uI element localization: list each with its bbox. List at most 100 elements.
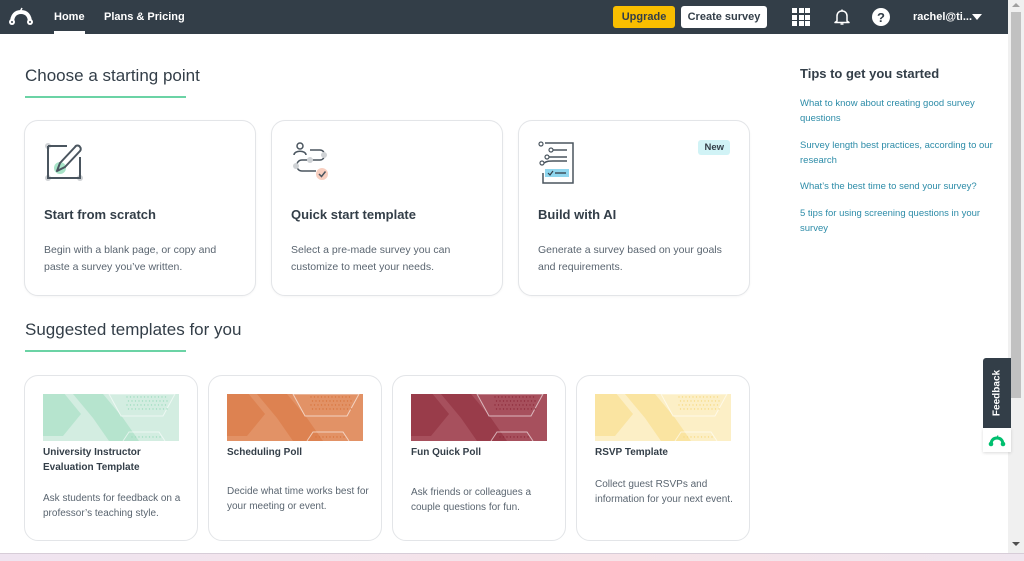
template-card[interactable]: Scheduling Poll Decide what time works b… (208, 375, 382, 541)
start-card-build-ai[interactable]: New Build with AI Generate a survey base… (518, 120, 750, 296)
banner-dot (150, 396, 153, 398)
banner-dot (678, 404, 680, 406)
banner-dot (692, 404, 694, 406)
banner-dot (317, 396, 319, 398)
banner-dot (343, 436, 345, 438)
nav-home[interactable]: Home (54, 0, 85, 34)
banner-dot (341, 404, 344, 406)
banner-dot (504, 404, 507, 406)
banner-dot (143, 396, 146, 398)
banner-dot (162, 408, 165, 410)
banner-dot (688, 404, 691, 406)
banner-dot (711, 408, 713, 410)
caret-down-icon[interactable] (972, 14, 982, 20)
banner-dot (513, 408, 515, 410)
banner-dot (506, 408, 508, 410)
template-banner-image (411, 394, 547, 441)
tip-link[interactable]: What to know about creating good survey … (800, 96, 1000, 126)
banner-dot (345, 396, 347, 398)
feedback-label: Feedback (991, 369, 1003, 417)
banner-dot (697, 408, 699, 410)
scroll-up-arrow-icon[interactable] (1012, 3, 1020, 7)
banner-dot (350, 400, 352, 402)
banner-dot (334, 396, 337, 398)
card-title: Quick start template (291, 207, 416, 222)
feedback-logo-button[interactable] (983, 428, 1011, 452)
edit-page-icon (45, 143, 83, 181)
banner-dot (138, 400, 140, 402)
tip-link[interactable]: What’s the best time to send your survey… (800, 179, 1000, 194)
create-survey-button[interactable]: Create survey (681, 6, 767, 28)
banner-dot (679, 408, 682, 410)
banner-dot (155, 400, 158, 402)
banner-dot (318, 436, 321, 438)
tip-link[interactable]: Survey length best practices, according … (800, 138, 1000, 168)
banner-dot (683, 400, 685, 402)
banner-dot (318, 400, 321, 402)
banner-dot (718, 400, 720, 402)
template-title: University Instructor Evaluation Templat… (43, 447, 141, 473)
banner-dot (690, 436, 692, 438)
banner-dot (159, 400, 161, 402)
start-card-quick-template[interactable]: Quick start template Select a pre-made s… (271, 120, 503, 296)
banner-dot (136, 404, 139, 406)
banner-dot (697, 400, 699, 402)
banner-dot (157, 396, 160, 398)
banner-dot (683, 408, 685, 410)
tip-link[interactable]: 5 tips for using screening questions in … (800, 206, 1000, 236)
banner-dot (339, 436, 342, 438)
card-description: Select a pre-made survey you can customi… (291, 244, 451, 273)
banner-dot (704, 436, 706, 438)
card-title: Build with AI (538, 207, 617, 222)
new-badge: New (698, 140, 730, 155)
banner-dot (320, 396, 323, 398)
banner-dot (310, 396, 312, 398)
banner-dot (520, 436, 522, 438)
banner-dot (518, 396, 521, 398)
banner-dot (693, 408, 696, 410)
banner-dot (317, 404, 319, 406)
bell-icon[interactable] (833, 8, 851, 26)
banner-dot (716, 396, 719, 398)
surveymonkey-logo-icon[interactable] (8, 6, 34, 28)
banner-dot (678, 396, 680, 398)
help-icon[interactable]: ? (872, 8, 890, 26)
banner-dot (329, 408, 331, 410)
feedback-tab[interactable]: Feedback (983, 358, 1011, 428)
banner-dot (527, 436, 529, 438)
scroll-down-arrow-icon[interactable] (1012, 542, 1020, 546)
nav-plans-pricing[interactable]: Plans & Pricing (104, 0, 185, 34)
upgrade-button[interactable]: Upgrade (613, 6, 675, 28)
vertical-scrollbar[interactable] (1008, 0, 1024, 553)
banner-dot (348, 404, 351, 406)
banner-dot (527, 400, 529, 402)
banner-dot (127, 400, 130, 402)
banner-dot (534, 400, 536, 402)
banner-dot (336, 408, 338, 410)
template-flow-icon (293, 142, 328, 180)
banner-dot (509, 436, 512, 438)
banner-dot (506, 400, 508, 402)
banner-dot (699, 404, 701, 406)
apps-grid-icon[interactable] (792, 8, 810, 26)
banner-dot (126, 396, 128, 398)
banner-dot (704, 408, 706, 410)
banner-dot (155, 408, 158, 410)
template-banner-image (595, 394, 731, 441)
banner-dot (140, 396, 142, 398)
banner-dot (693, 400, 696, 402)
user-menu[interactable]: rachel@ti... (913, 0, 972, 34)
template-card[interactable]: Fun Quick Poll Ask friends or colleagues… (392, 375, 566, 541)
banner-dot (332, 408, 335, 410)
banner-dot (529, 396, 531, 398)
banner-dot (145, 400, 147, 402)
start-card-scratch[interactable]: Start from scratch Begin with a blank pa… (24, 120, 256, 296)
template-card[interactable]: RSVP Template Collect guest RSVPs and in… (576, 375, 750, 541)
banner-dot (520, 408, 522, 410)
banner-dot (511, 404, 514, 406)
banner-dot (509, 408, 512, 410)
template-card[interactable]: University Instructor Evaluation Templat… (24, 375, 198, 541)
scroll-thumb[interactable] (1011, 12, 1021, 398)
banner-dot (532, 396, 535, 398)
banner-dot (136, 396, 139, 398)
